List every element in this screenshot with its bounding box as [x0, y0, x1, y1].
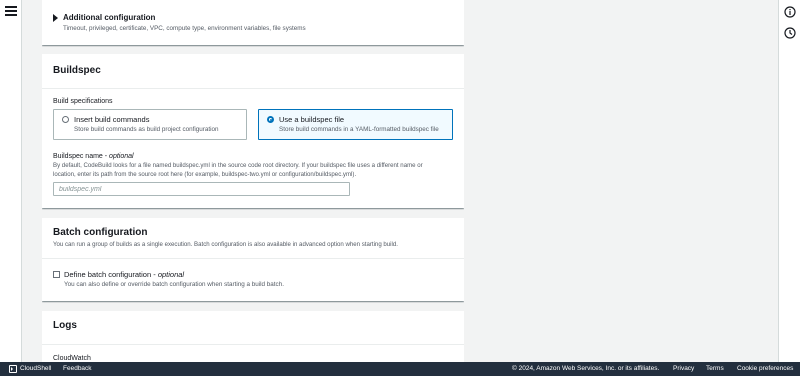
logs-card: Logs CloudWatch	[42, 311, 464, 362]
batch-configuration-description: You can run a group of builds as a singl…	[53, 241, 398, 248]
batch-configuration-card: Batch configuration You can run a group …	[42, 218, 464, 301]
define-batch-configuration-label[interactable]: Define batch configuration - optional	[64, 270, 184, 279]
additional-configuration-toggle[interactable]: Additional configuration	[53, 13, 155, 22]
buildspec-card: Buildspec Build specifications Insert bu…	[42, 54, 464, 208]
info-icon[interactable]	[784, 6, 796, 18]
logs-title: Logs	[53, 320, 77, 331]
buildspec-title: Buildspec	[53, 65, 101, 76]
batch-divider	[42, 258, 464, 259]
define-batch-configuration-checkbox[interactable]	[53, 271, 60, 278]
additional-configuration-title: Additional configuration	[63, 13, 156, 22]
additional-configuration-card: Additional configuration Timeout, privil…	[42, 0, 464, 45]
cloudwatch-label: CloudWatch	[53, 355, 91, 362]
define-batch-configuration-label-text: Define batch configuration	[64, 270, 152, 279]
buildspec-name-help: By default, CodeBuild looks for a file n…	[53, 162, 453, 179]
define-batch-optional: optional	[157, 270, 185, 279]
buildspec-divider	[42, 88, 464, 89]
cloudshell-link[interactable]: CloudShell	[20, 365, 51, 372]
history-icon[interactable]	[784, 27, 796, 39]
left-nav-rail	[0, 0, 22, 362]
use-buildspec-file-tile[interactable]: Use a buildspec file Store build command…	[258, 109, 453, 140]
right-tools-rail	[778, 0, 800, 362]
buildspec-name-input[interactable]	[53, 182, 350, 196]
buildspec-help-line-2: location, enter its path from the source…	[53, 170, 357, 178]
use-buildspec-file-radio[interactable]	[267, 116, 274, 123]
define-batch-configuration-description: You can also define or override batch co…	[64, 281, 284, 288]
copyright-text: © 2024, Amazon Web Services, Inc. or its…	[512, 365, 660, 372]
main-content: Additional configuration Timeout, privil…	[42, 0, 464, 362]
footer-bar: CloudShell Feedback © 2024, Amazon Web S…	[0, 362, 800, 376]
insert-build-commands-tile[interactable]: Insert build commands Store build comman…	[53, 109, 247, 140]
hamburger-menu-icon[interactable]	[5, 6, 17, 16]
feedback-link[interactable]: Feedback	[63, 365, 92, 372]
cloudshell-icon[interactable]	[9, 365, 17, 373]
logs-divider	[42, 344, 464, 345]
buildspec-name-optional: optional	[109, 153, 134, 160]
buildspec-help-line-1: By default, CodeBuild looks for a file n…	[53, 162, 423, 169]
insert-build-commands-description: Store build commands as build project co…	[74, 126, 219, 133]
build-specifications-label: Build specifications	[53, 98, 113, 105]
additional-configuration-description: Timeout, privileged, certificate, VPC, c…	[63, 25, 306, 32]
use-buildspec-file-title: Use a buildspec file	[279, 115, 345, 124]
terms-link[interactable]: Terms	[706, 365, 724, 372]
insert-build-commands-title: Insert build commands	[74, 115, 150, 124]
use-buildspec-file-description: Store build commands in a YAML-formatted…	[279, 126, 439, 133]
buildspec-name-label: Buildspec name - optional	[53, 153, 134, 160]
cookie-preferences-link[interactable]: Cookie preferences	[737, 365, 793, 372]
batch-configuration-title: Batch configuration	[53, 227, 148, 238]
privacy-link[interactable]: Privacy	[673, 365, 694, 372]
buildspec-name-label-text: Buildspec name	[53, 153, 103, 160]
caret-right-icon	[53, 13, 58, 22]
insert-build-commands-radio[interactable]	[62, 116, 69, 123]
